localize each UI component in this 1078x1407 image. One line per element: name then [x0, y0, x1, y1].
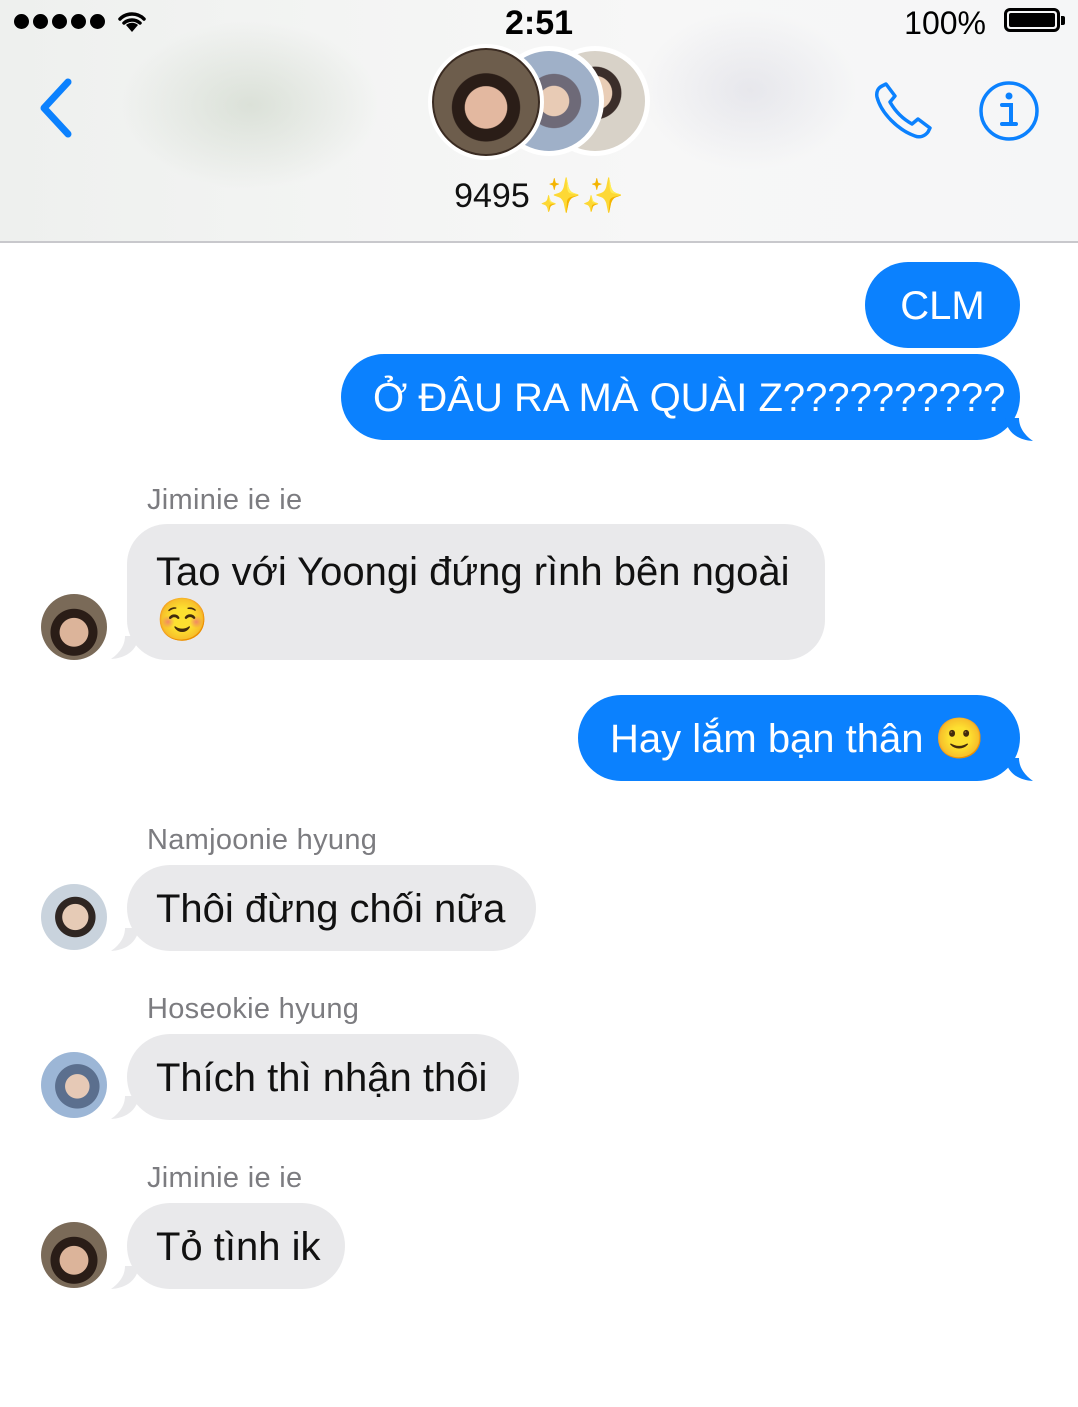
incoming-message[interactable]: Thích thì nhận thôi: [127, 1034, 519, 1120]
sender-name: Jiminie ie ie: [147, 1162, 303, 1194]
message-text: Tao với Yoongi đứng rình bên ngoài: [156, 550, 790, 594]
outgoing-message[interactable]: Hay lắm bạn thân 🙂: [578, 695, 1020, 781]
message-text: Thích thì nhận thôi: [156, 1056, 488, 1100]
message-emoji: ☺️: [156, 595, 209, 644]
status-bar: 2:51 100%: [0, 0, 1078, 44]
bubble-tail: [1005, 758, 1033, 781]
sender-name: Jiminie ie ie: [147, 484, 303, 516]
incoming-message[interactable]: Tao với Yoongi đứng rình bên ngoài ☺️: [127, 524, 825, 660]
info-icon[interactable]: [978, 80, 1040, 142]
chevron-left-icon[interactable]: [36, 78, 76, 138]
bubble-tail: [111, 928, 139, 951]
avatar[interactable]: [41, 594, 107, 660]
bubble-tail: [111, 1096, 139, 1119]
sender-name: Namjoonie hyung: [147, 824, 378, 856]
sender-name: Hoseokie hyung: [147, 993, 360, 1025]
message-text: CLM: [900, 284, 985, 328]
message-text: Tỏ tình ik: [156, 1225, 321, 1269]
battery-percent: 100%: [904, 5, 986, 41]
bubble-tail: [111, 636, 139, 659]
message-text: Hay lắm bạn thân 🙂: [610, 717, 985, 761]
incoming-message[interactable]: Tỏ tình ik: [127, 1203, 345, 1289]
bubble-tail: [111, 1266, 139, 1289]
group-name[interactable]: 9495 ✨✨: [0, 176, 1078, 216]
battery-icon: [1004, 8, 1065, 32]
chat-screen: 2:51 100% 9495 ✨✨ CLM Ở ĐÂU RA MÀ QUÀI Z…: [0, 0, 1078, 1407]
avatar[interactable]: [41, 1222, 107, 1288]
outgoing-message[interactable]: Ở ĐÂU RA MÀ QUÀI Z??????????: [341, 354, 1020, 440]
incoming-message[interactable]: Thôi đừng chối nữa: [127, 865, 536, 951]
chat-header: 2:51 100% 9495 ✨✨: [0, 0, 1078, 243]
avatar[interactable]: [41, 1052, 107, 1118]
phone-icon[interactable]: [872, 80, 936, 142]
avatar[interactable]: [41, 884, 107, 950]
group-avatar-stack[interactable]: [428, 44, 658, 162]
avatar: [428, 44, 544, 160]
bubble-tail: [1005, 418, 1033, 441]
outgoing-message[interactable]: CLM: [865, 262, 1020, 348]
message-text: Ở ĐÂU RA MÀ QUÀI Z??????????: [373, 376, 1006, 420]
message-text: Thôi đừng chối nữa: [156, 887, 506, 931]
